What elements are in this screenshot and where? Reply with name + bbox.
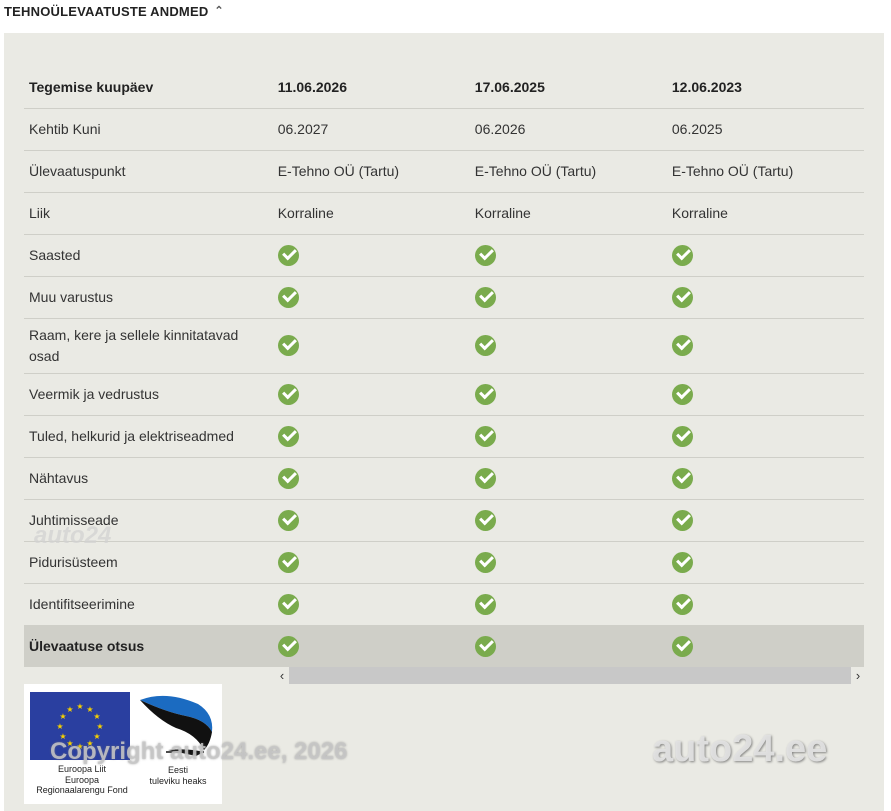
check-circle-icon	[474, 383, 496, 405]
eu-fund-text: Euroopa Liit Euroopa Regionaalarengu Fon…	[36, 764, 128, 795]
table-row: Pidurisüsteem	[24, 541, 864, 584]
cell-value: 06.2027	[272, 108, 470, 151]
section-header[interactable]: TEHNOÜLEVAATUSTE ANDMED ⌃	[4, 4, 224, 19]
table-row: Juhtimisseade	[24, 499, 864, 542]
table-row: Raam, kere ja sellele kinnitatavad osad	[24, 318, 864, 374]
check-circle-icon	[277, 509, 299, 531]
svg-text:★: ★	[56, 722, 63, 731]
cell-value: Korraline	[272, 192, 470, 235]
row-label: Ülevaatuspunkt	[24, 150, 273, 193]
header-label: Tegemise kuupäev	[24, 66, 273, 109]
check-circle-icon	[671, 593, 693, 615]
check-circle-icon	[474, 509, 496, 531]
check-circle-icon	[277, 425, 299, 447]
watermark-small: auto24	[34, 522, 112, 549]
cell-value: 06.2025	[666, 108, 864, 151]
svg-text:★: ★	[66, 705, 73, 714]
check-circle-icon	[671, 383, 693, 405]
double-chevron-up-icon[interactable]: ⌃	[214, 6, 223, 17]
row-label: Raam, kere ja sellele kinnitatavad osad	[24, 318, 273, 374]
check-circle-icon	[277, 551, 299, 573]
row-label: Nähtavus	[24, 457, 273, 500]
check-circle-icon	[474, 467, 496, 489]
row-label: Identifitseerimine	[24, 583, 273, 626]
table-row: Muu varustus	[24, 276, 864, 319]
check-circle-icon	[474, 551, 496, 573]
cell-value: Korraline	[666, 192, 864, 235]
check-circle-icon	[474, 425, 496, 447]
check-circle-icon	[277, 383, 299, 405]
check-circle-icon	[277, 244, 299, 266]
svg-text:★: ★	[93, 712, 100, 721]
table-row: Tuled, helkurid ja elektriseadmed	[24, 415, 864, 458]
scroll-right-icon[interactable]: ›	[851, 667, 865, 684]
decision-row: Ülevaatuse otsus	[24, 625, 864, 667]
check-circle-icon	[671, 509, 693, 531]
watermark-copyright: Copyright auto24.ee, 2026	[50, 738, 348, 765]
table-row: Saasted	[24, 234, 864, 277]
header-date: 17.06.2025	[469, 66, 667, 109]
check-circle-icon	[671, 635, 693, 657]
cell-value: 06.2026	[469, 108, 667, 151]
table-row: Identifitseerimine	[24, 583, 864, 626]
horizontal-scrollbar[interactable]: ‹ ›	[275, 667, 865, 684]
check-circle-icon	[474, 244, 496, 266]
cell-value: E-Tehno OÜ (Tartu)	[272, 150, 470, 193]
scrollbar-thumb[interactable]	[289, 667, 851, 684]
table-row: Ülevaatuspunkt E-Tehno OÜ (Tartu) E-Tehn…	[24, 150, 864, 193]
decision-label: Ülevaatuse otsus	[24, 625, 273, 667]
table-row: Kehtib Kuni 06.2027 06.2026 06.2025	[24, 108, 864, 151]
header-date: 12.06.2023	[666, 66, 864, 109]
table-row: Nähtavus	[24, 457, 864, 500]
check-circle-icon	[474, 335, 496, 356]
check-circle-icon	[474, 635, 496, 657]
check-circle-icon	[671, 467, 693, 489]
table-row: Veermik ja vedrustus	[24, 373, 864, 416]
check-circle-icon	[671, 335, 693, 356]
cell-value: Korraline	[469, 192, 667, 235]
svg-text:★: ★	[76, 702, 83, 711]
check-circle-icon	[277, 593, 299, 615]
check-circle-icon	[671, 425, 693, 447]
table-row: Liik Korraline Korraline Korraline	[24, 192, 864, 235]
row-label: Veermik ja vedrustus	[24, 373, 273, 416]
check-circle-icon	[474, 593, 496, 615]
inspection-table: Tegemise kuupäev 11.06.2026 17.06.2025 1…	[24, 66, 864, 667]
check-circle-icon	[474, 286, 496, 308]
row-label: Saasted	[24, 234, 273, 277]
row-label: Tuled, helkurid ja elektriseadmed	[24, 415, 273, 458]
estonia-future-text: Eesti tuleviku heaks	[149, 765, 207, 786]
watermark-brand: auto24.ee	[652, 728, 828, 770]
check-circle-icon	[277, 286, 299, 308]
table-header-row: Tegemise kuupäev 11.06.2026 17.06.2025 1…	[24, 66, 864, 109]
cell-value: E-Tehno OÜ (Tartu)	[469, 150, 667, 193]
header-date: 11.06.2026	[272, 66, 470, 109]
check-circle-icon	[671, 286, 693, 308]
check-circle-icon	[671, 244, 693, 266]
check-circle-icon	[277, 635, 299, 657]
check-circle-icon	[671, 551, 693, 573]
row-label: Muu varustus	[24, 276, 273, 319]
check-circle-icon	[277, 467, 299, 489]
row-label: Liik	[24, 192, 273, 235]
section-title: TEHNOÜLEVAATUSTE ANDMED	[4, 4, 209, 19]
check-circle-icon	[277, 335, 299, 356]
scroll-left-icon[interactable]: ‹	[275, 667, 289, 684]
svg-text:★: ★	[96, 722, 103, 731]
cell-value: E-Tehno OÜ (Tartu)	[666, 150, 864, 193]
row-label: Kehtib Kuni	[24, 108, 273, 151]
